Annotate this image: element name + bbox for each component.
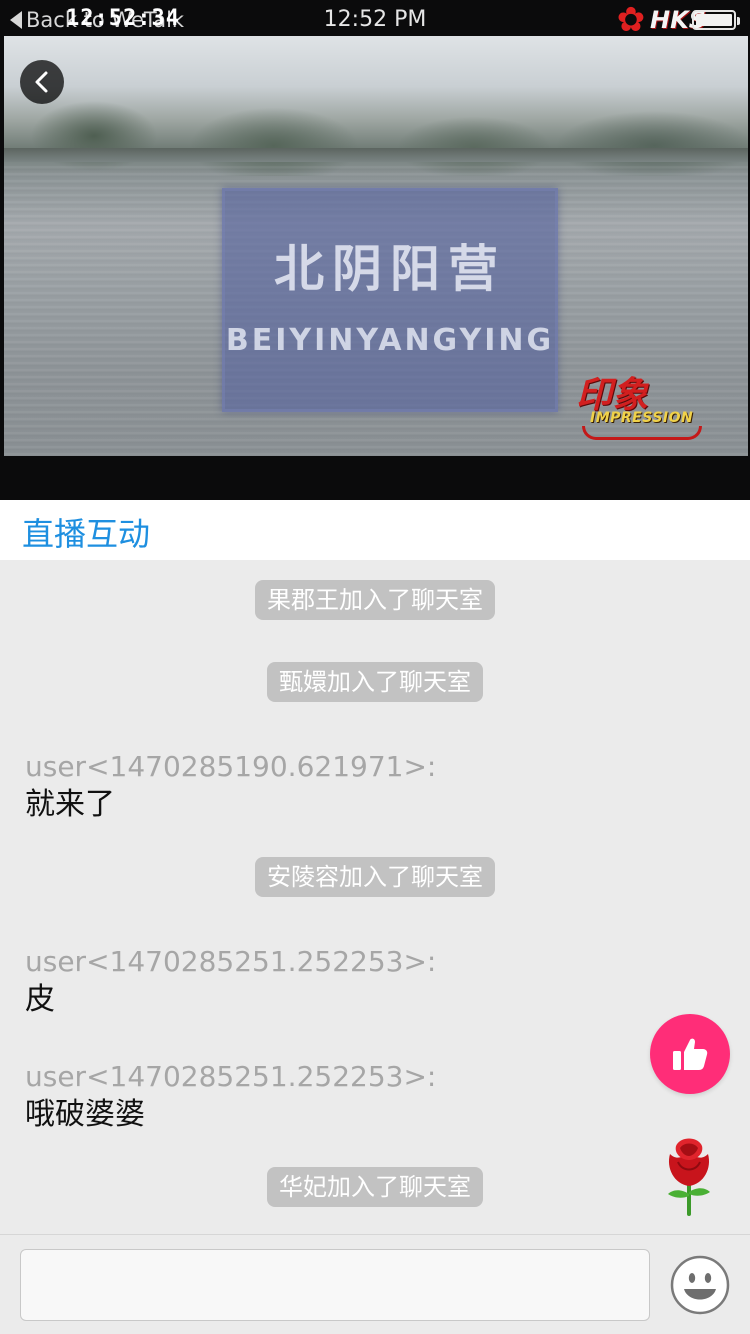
system-message: 安陵容加入了聊天室: [0, 857, 750, 897]
user-message-sender: user<1470285251.252253>:: [25, 1060, 437, 1093]
user-message: user<1470285251.252253>: 皮: [25, 945, 436, 1021]
user-message-text: 哦破婆婆: [25, 1097, 145, 1132]
bauhinia-flower-icon: ✿: [616, 0, 646, 40]
status-bar: Back to WeTalk 12:52:34 12:52 PM ✿ HKS: [0, 0, 750, 40]
thumbs-up-icon: [673, 1038, 708, 1070]
user-message: user<1470285251.252253>: 哦破婆婆: [25, 1060, 436, 1136]
system-message-text: 果郡王加入了聊天室: [255, 580, 495, 620]
chevron-left-icon: [35, 71, 48, 93]
sign-pinyin-text: BEIYINYANGYING: [225, 323, 555, 358]
impression-watermark: 印象 IMPRESSION: [576, 366, 736, 446]
system-message: 甄嬛加入了聊天室: [0, 662, 750, 702]
user-message-text: 皮: [25, 982, 55, 1017]
rose-gift-button[interactable]: [658, 1132, 720, 1216]
emoji-button[interactable]: [670, 1255, 730, 1315]
smiley-icon: [670, 1255, 730, 1315]
back-button[interactable]: [20, 60, 64, 104]
video-shore: [4, 148, 748, 162]
system-message: 果郡王加入了聊天室: [0, 580, 750, 620]
system-message-text: 甄嬛加入了聊天室: [267, 662, 483, 702]
user-message-sender: user<1470285190.621971>:: [25, 750, 437, 783]
impression-swoosh: [582, 426, 702, 440]
video-sign: 北阴阳营 BEIYINYANGYING: [222, 188, 558, 412]
user-message-text: 就来了: [25, 787, 115, 822]
section-title: 直播互动: [22, 515, 151, 553]
input-bar: [0, 1234, 750, 1334]
message-input[interactable]: [20, 1249, 650, 1321]
user-message-sender: user<1470285251.252253>:: [25, 945, 437, 978]
video-frame: 北阴阳营 BEIYINYANGYING 印象 IMPRESSION: [4, 36, 748, 456]
impression-watermark-en: IMPRESSION: [590, 410, 694, 426]
video-player[interactable]: 北阴阳营 BEIYINYANGYING 印象 IMPRESSION Back t…: [0, 0, 750, 500]
like-button[interactable]: [650, 1014, 730, 1094]
system-message: 华妃加入了聊天室: [0, 1167, 750, 1207]
section-header: 直播互动: [0, 500, 750, 560]
user-message: user<1470285190.621971>: 就来了: [25, 750, 436, 826]
system-message-text: 安陵容加入了聊天室: [255, 857, 495, 897]
system-message-text: 华妃加入了聊天室: [267, 1167, 483, 1207]
sign-chinese-text: 北阴阳营: [274, 240, 506, 298]
rose-icon: [668, 1138, 710, 1216]
battery-icon: [692, 10, 740, 30]
